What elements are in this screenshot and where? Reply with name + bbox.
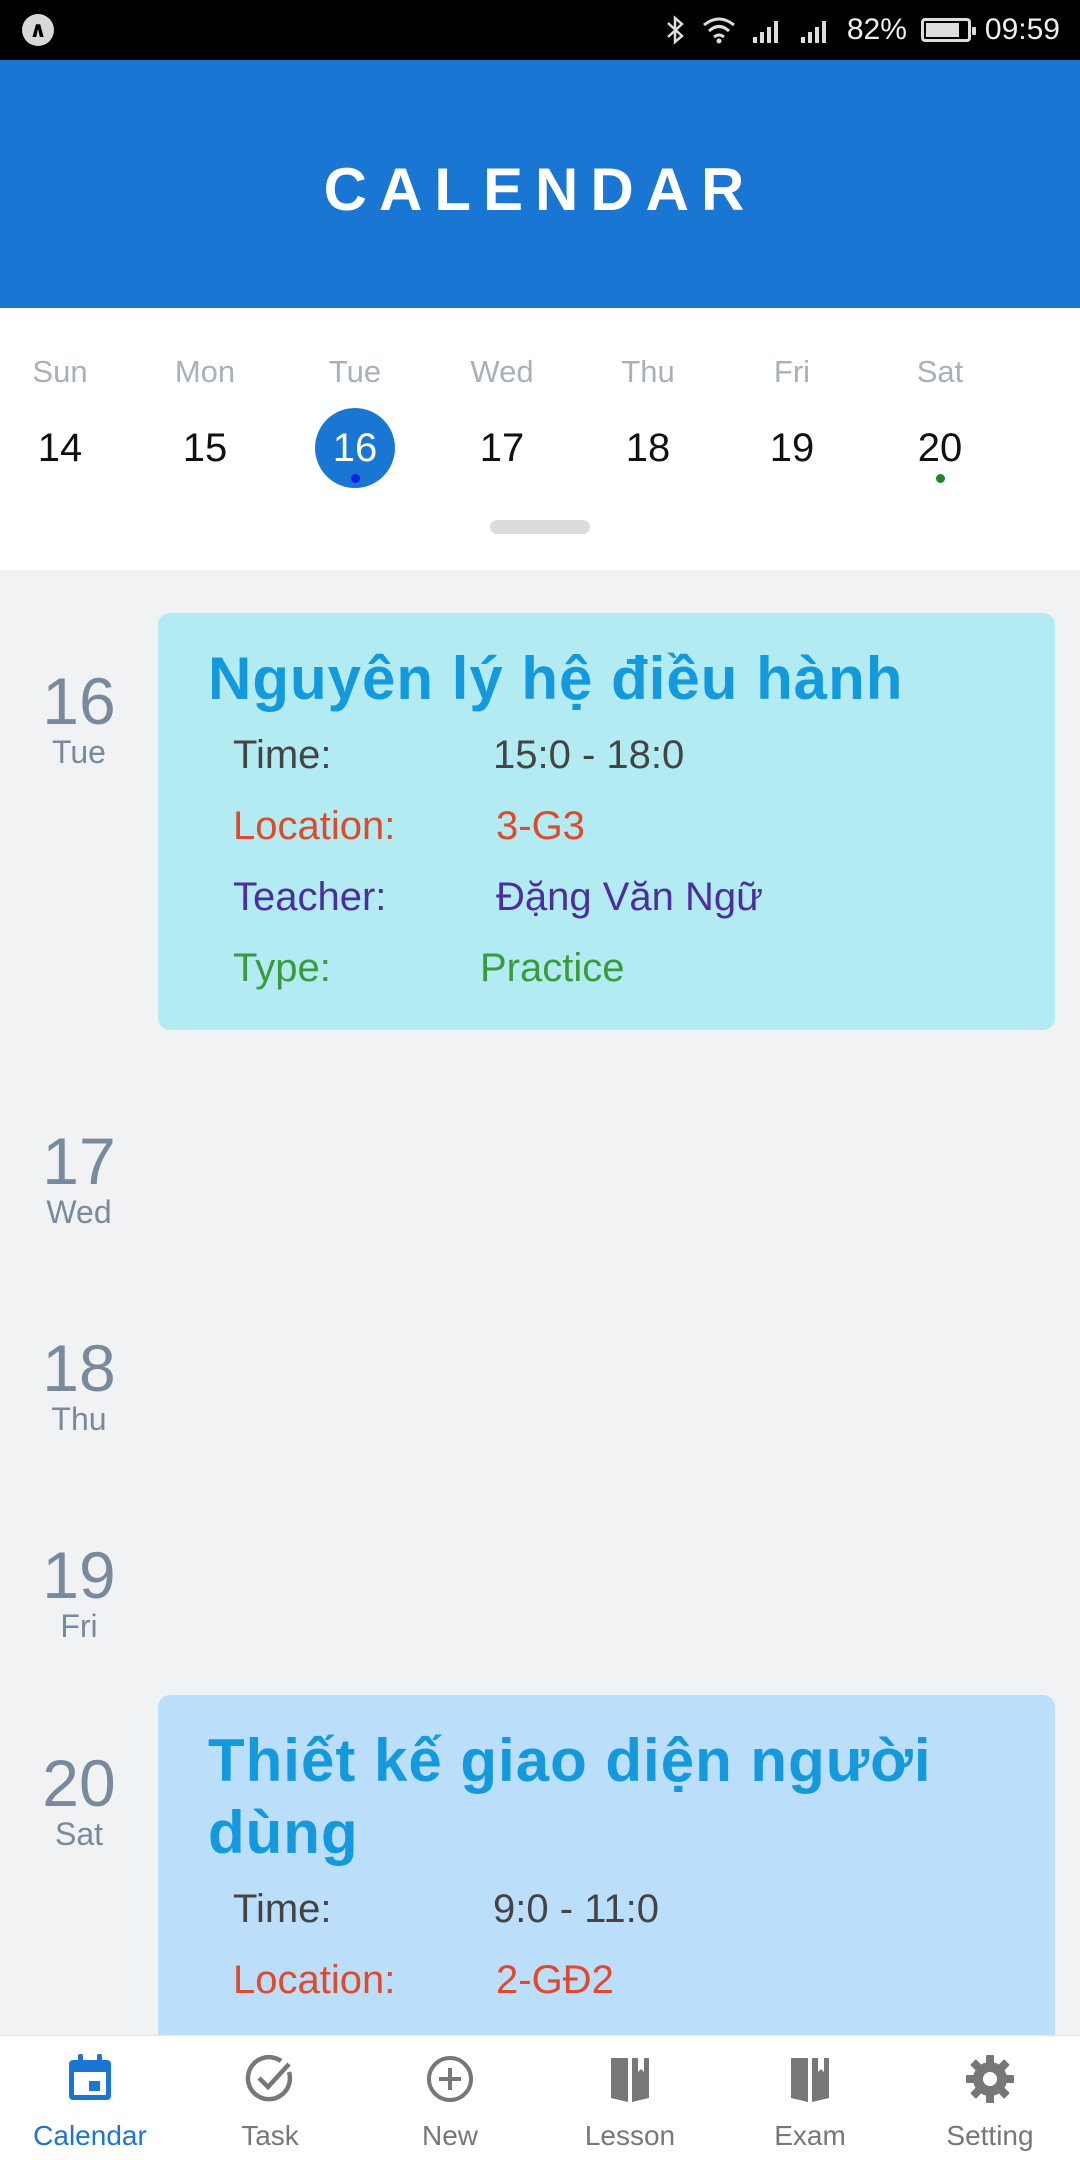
agenda-date-weekday: Thu — [51, 1401, 107, 1437]
calendar-icon — [69, 2054, 111, 2100]
agenda-date-17: 17 Wed — [0, 1128, 158, 1230]
agenda-date-16: 16 Tue — [0, 668, 158, 770]
agenda-date-number: 18 — [42, 1331, 116, 1405]
agenda-date-number: 19 — [42, 1538, 116, 1612]
bottom-navigation: Calendar Task New Lesson Exam Setting — [0, 2035, 1080, 2160]
nav-label: Setting — [946, 2120, 1034, 2151]
nav-new[interactable]: New — [360, 2036, 540, 2160]
nav-label: Lesson — [584, 2120, 676, 2151]
nav-setting[interactable]: Setting — [900, 2036, 1080, 2160]
agenda-date-19: 19 Fri — [0, 1542, 158, 1644]
location-value: 2-GĐ2 — [496, 1958, 614, 2002]
week-day-number[interactable]: 15 — [165, 408, 245, 488]
clock: 09:59 — [984, 13, 1060, 46]
nav-task[interactable]: Task — [180, 2036, 360, 2160]
book-icon — [791, 2058, 829, 2102]
agenda-list[interactable]: 16 Tue Nguyên lý hệ điều hành Time: 15:0… — [0, 570, 1080, 2035]
agenda-date-20: 20 Sat — [0, 1750, 158, 1852]
time-value: 15:0 - 18:0 — [493, 733, 685, 777]
week-day-number[interactable]: 14 — [20, 408, 100, 488]
event-card[interactable]: Nguyên lý hệ điều hành Time: 15:0 - 18:0… — [158, 613, 1055, 1030]
nav-exam[interactable]: Exam — [720, 2036, 900, 2160]
agenda-date-weekday: Sat — [54, 1816, 104, 1852]
nav-lesson[interactable]: Lesson — [540, 2036, 720, 2160]
battery-icon — [920, 18, 976, 42]
location-label: Location: — [233, 1958, 396, 2002]
week-day-name: Wed — [470, 354, 534, 389]
location-label: Location: — [233, 804, 396, 848]
status-bar: ∧ 82% 09:59 — [0, 0, 1080, 60]
week-strip: Sun 14 Mon 15 Tue 16 Wed 17 Thu 18 Fri 19 Sat 20 — [0, 308, 1080, 570]
event-card[interactable]: Thiết kế giao diện người dùng Time: 9:0 … — [158, 1695, 1055, 2035]
time-label: Time: — [233, 1887, 332, 1931]
app-header: CALENDAR — [0, 60, 1080, 308]
wifi-icon — [701, 15, 737, 45]
week-day-name: Sat — [916, 354, 964, 389]
event-title: Thiết kế giao diện người dùng — [208, 1727, 932, 1866]
teacher-label: Teacher: — [233, 875, 387, 919]
type-value: Practice — [480, 946, 625, 990]
event-marker-dot — [351, 474, 360, 483]
time-value: 9:0 - 11:0 — [493, 1887, 660, 1931]
agenda-date-number: 20 — [42, 1746, 116, 1820]
add-circle-icon — [427, 2056, 473, 2102]
agenda-date-weekday: Wed — [46, 1194, 112, 1230]
week-day-name: Sun — [32, 354, 88, 389]
bluetooth-icon — [665, 15, 687, 45]
gear-icon — [966, 2055, 1014, 2103]
expand-handle[interactable] — [490, 520, 590, 534]
agenda-date-18: 18 Thu — [0, 1335, 158, 1437]
week-day-name: Thu — [621, 354, 675, 389]
nav-label: Calendar — [33, 2120, 147, 2151]
type-label: Type: — [233, 946, 331, 990]
signal-icon — [799, 15, 833, 45]
teacher-value: Đặng Văn Ngữ — [496, 875, 763, 919]
battery-percent: 82% — [846, 13, 907, 46]
nav-label: Exam — [774, 2120, 846, 2151]
week-day-name: Fri — [773, 354, 811, 389]
page-title: CALENDAR — [323, 155, 757, 223]
app-notification-icon: ∧ — [22, 14, 54, 46]
agenda-date-weekday: Tue — [52, 734, 106, 770]
agenda-date-weekday: Fri — [60, 1608, 98, 1644]
agenda-date-number: 17 — [42, 1124, 116, 1198]
signal-icon — [751, 15, 785, 45]
week-day-name: Tue — [328, 354, 382, 389]
week-day-number[interactable]: 17 — [462, 408, 542, 488]
agenda-date-number: 16 — [42, 664, 116, 738]
check-circle-icon — [245, 2054, 293, 2102]
event-title: Nguyên lý hệ điều hành — [208, 645, 904, 712]
week-day-name: Mon — [174, 354, 236, 389]
location-value: 3-G3 — [496, 804, 585, 848]
book-icon — [611, 2058, 649, 2102]
time-label: Time: — [233, 733, 332, 777]
week-day-number[interactable]: 19 — [752, 408, 832, 488]
nav-label: New — [421, 2120, 478, 2151]
week-day-number[interactable]: 18 — [608, 408, 688, 488]
nav-calendar[interactable]: Calendar — [0, 2036, 180, 2160]
nav-label: Task — [241, 2120, 299, 2151]
event-marker-dot — [936, 474, 945, 483]
